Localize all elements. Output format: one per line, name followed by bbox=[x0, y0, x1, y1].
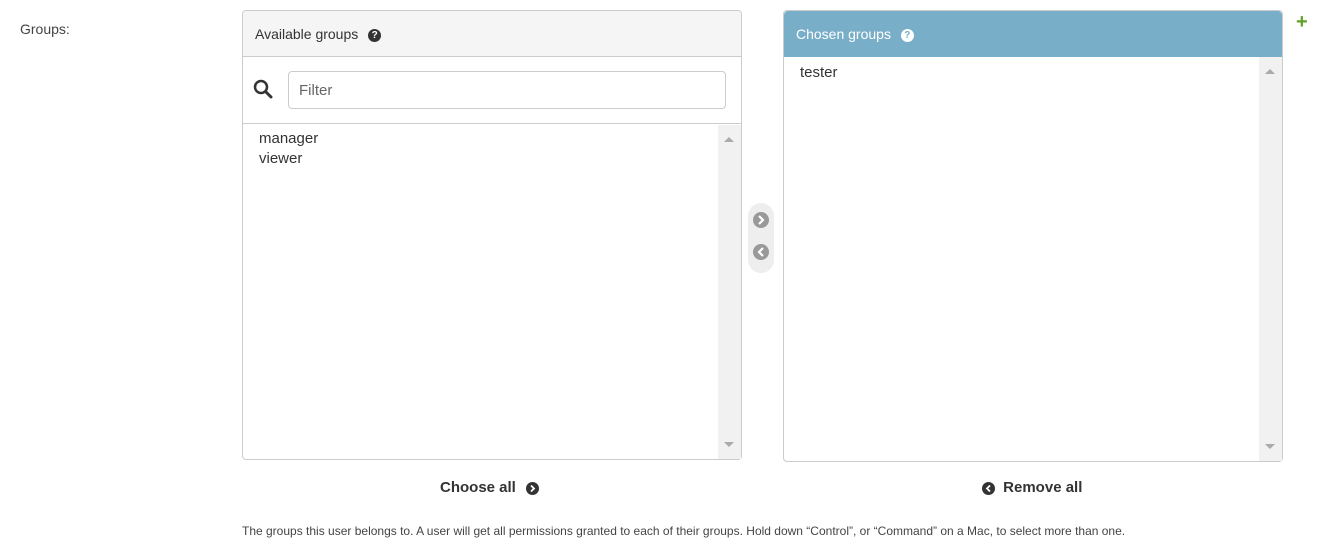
scroll-down-arrow-icon[interactable] bbox=[724, 442, 734, 447]
chosen-groups-header: Chosen groups ? bbox=[784, 11, 1282, 57]
groups-field-label: Groups: bbox=[20, 21, 70, 37]
scroll-up-arrow-icon[interactable] bbox=[724, 137, 734, 142]
remove-selected-button[interactable] bbox=[753, 244, 769, 260]
add-selected-button[interactable] bbox=[753, 212, 769, 228]
arrow-left-circle-icon bbox=[982, 481, 995, 495]
filter-input[interactable] bbox=[288, 71, 726, 109]
scroll-down-arrow-icon[interactable] bbox=[1265, 444, 1275, 449]
arrow-left-circle-icon bbox=[757, 247, 764, 257]
chosen-groups-box: Chosen groups ? tester bbox=[783, 10, 1283, 462]
available-groups-list[interactable]: manager viewer bbox=[243, 125, 741, 459]
chosen-groups-title: Chosen groups bbox=[796, 26, 891, 42]
scrollbar[interactable] bbox=[718, 125, 741, 459]
search-icon bbox=[253, 79, 273, 99]
available-groups-header: Available groups ? bbox=[243, 11, 741, 57]
list-item[interactable]: manager bbox=[243, 129, 741, 149]
choose-all-label: Choose all bbox=[440, 479, 516, 496]
list-item[interactable]: viewer bbox=[243, 149, 741, 169]
arrow-right-circle-icon bbox=[758, 215, 765, 225]
available-groups-title: Available groups bbox=[255, 26, 359, 42]
selector-chooser bbox=[748, 203, 774, 273]
scrollbar[interactable] bbox=[1259, 57, 1282, 461]
remove-all-label: Remove all bbox=[1003, 479, 1083, 496]
list-item[interactable]: tester bbox=[784, 63, 1282, 83]
arrow-right-circle-icon bbox=[526, 481, 540, 495]
available-groups-box: Available groups ? manager viewer bbox=[242, 10, 742, 460]
question-circle-icon[interactable]: ? bbox=[368, 28, 382, 42]
help-text: The groups this user belongs to. A user … bbox=[242, 524, 1126, 538]
chosen-groups-list[interactable]: tester bbox=[784, 57, 1282, 461]
remove-all-link[interactable]: Remove all bbox=[982, 479, 1082, 496]
filter-row bbox=[243, 57, 741, 124]
scroll-up-arrow-icon[interactable] bbox=[1265, 69, 1275, 74]
add-related-plus-icon[interactable]: + bbox=[1296, 12, 1308, 32]
question-circle-icon[interactable]: ? bbox=[900, 28, 914, 42]
choose-all-link[interactable]: Choose all bbox=[440, 479, 540, 496]
